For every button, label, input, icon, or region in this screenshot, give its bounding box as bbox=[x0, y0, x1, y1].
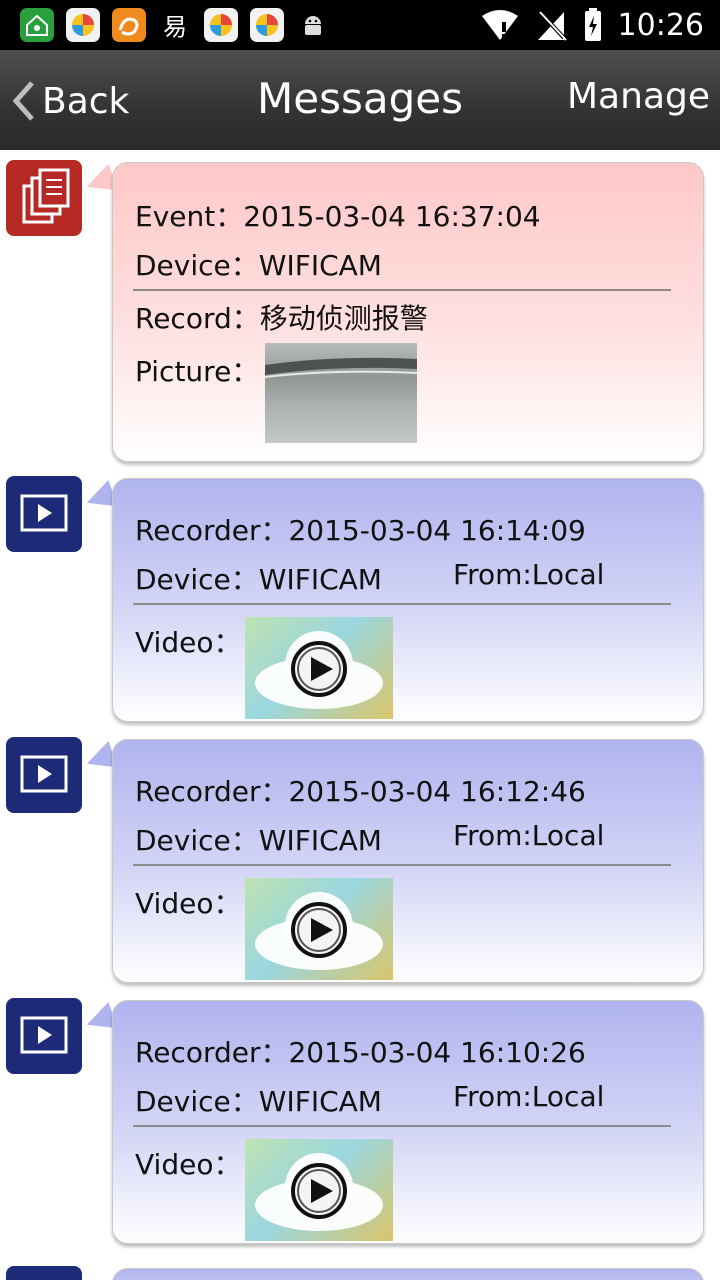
picture-label: Picture： bbox=[135, 355, 260, 388]
notification-icons: 易 bbox=[20, 8, 330, 42]
device-line: Device：WIFICAM bbox=[135, 824, 382, 857]
video-thumbnail[interactable] bbox=[245, 617, 393, 719]
wifi-icon bbox=[481, 10, 518, 40]
video-play-icon bbox=[6, 737, 82, 813]
home-icon bbox=[20, 8, 54, 42]
recorder-line: Recorder：2015-03-04 16:12:46 bbox=[135, 775, 586, 808]
device-name: WIFICAM bbox=[258, 1085, 382, 1118]
uc-browser-icon bbox=[112, 8, 146, 42]
source-label: From:Local bbox=[453, 819, 605, 852]
divider bbox=[133, 864, 671, 866]
device-line: Device：WIFICAM bbox=[135, 1085, 382, 1118]
device-line: Device：WIFICAM bbox=[135, 249, 382, 282]
video-thumbnail[interactable] bbox=[245, 878, 393, 980]
app-store-icon bbox=[250, 8, 284, 42]
recorder-time: 2015-03-04 16:10:26 bbox=[288, 1036, 586, 1069]
message-bubble[interactable] bbox=[112, 1268, 704, 1280]
event-time: 2015-03-04 16:37:04 bbox=[243, 200, 541, 233]
message-item-event[interactable]: Event：2015-03-04 16:37:04 Device：WIFICAM… bbox=[0, 150, 720, 468]
message-item-partial[interactable] bbox=[0, 1256, 720, 1280]
cloud-play-icon bbox=[255, 1153, 383, 1231]
status-bar: 易 10:26 bbox=[0, 0, 720, 50]
recorder-time: 2015-03-04 16:12:46 bbox=[288, 775, 586, 808]
message-item-video[interactable]: Recorder：2015-03-04 16:14:09 Device：WIFI… bbox=[0, 466, 720, 728]
video-play-icon bbox=[6, 998, 82, 1074]
no-signal-icon bbox=[537, 10, 567, 41]
device-name: WIFICAM bbox=[258, 249, 382, 282]
video-label: Video： bbox=[135, 626, 242, 659]
yi-icon: 易 bbox=[158, 8, 192, 42]
divider bbox=[133, 289, 671, 291]
message-item-video[interactable]: Recorder：2015-03-04 16:10:26 Device：WIFI… bbox=[0, 988, 720, 1250]
app-store-icon bbox=[66, 8, 100, 42]
recorder-line: Recorder：2015-03-04 16:14:09 bbox=[135, 514, 586, 547]
recorder-time: 2015-03-04 16:14:09 bbox=[288, 514, 586, 547]
clock: 10:26 bbox=[617, 7, 704, 43]
event-line: Event：2015-03-04 16:37:04 bbox=[135, 200, 541, 233]
message-bubble[interactable]: Event：2015-03-04 16:37:04 Device：WIFICAM… bbox=[112, 162, 704, 462]
message-list[interactable]: Event：2015-03-04 16:37:04 Device：WIFICAM… bbox=[0, 150, 720, 1280]
source-label: From:Local bbox=[453, 1080, 605, 1113]
snapshot-thumbnail[interactable] bbox=[265, 343, 417, 443]
message-bubble[interactable]: Recorder：2015-03-04 16:12:46 Device：WIFI… bbox=[112, 739, 704, 983]
divider bbox=[133, 603, 671, 605]
video-play-icon bbox=[6, 476, 82, 552]
cloud-play-icon bbox=[255, 631, 383, 709]
video-thumbnail[interactable] bbox=[245, 1139, 393, 1241]
device-line: Device：WIFICAM bbox=[135, 563, 382, 596]
message-item-video[interactable]: Recorder：2015-03-04 16:12:46 Device：WIFI… bbox=[0, 727, 720, 989]
svg-text:易: 易 bbox=[163, 13, 187, 41]
record-type: 移动侦测报警 bbox=[259, 302, 428, 335]
divider bbox=[133, 1125, 671, 1127]
battery-charging-icon bbox=[584, 8, 601, 41]
source-label: From:Local bbox=[453, 558, 605, 591]
video-play-icon bbox=[6, 1266, 82, 1280]
message-bubble[interactable]: Recorder：2015-03-04 16:14:09 Device：WIFI… bbox=[112, 478, 704, 722]
cloud-play-icon bbox=[255, 892, 383, 970]
manage-button[interactable]: Manage bbox=[567, 76, 710, 117]
device-name: WIFICAM bbox=[258, 824, 382, 857]
message-bubble[interactable]: Recorder：2015-03-04 16:10:26 Device：WIFI… bbox=[112, 1000, 704, 1244]
video-label: Video： bbox=[135, 887, 242, 920]
record-line: Record：移动侦测报警 bbox=[135, 302, 428, 335]
device-name: WIFICAM bbox=[258, 563, 382, 596]
android-icon bbox=[296, 8, 330, 42]
title-bar: Back Messages Manage bbox=[0, 50, 720, 150]
video-label: Video： bbox=[135, 1148, 242, 1181]
recorder-line: Recorder：2015-03-04 16:10:26 bbox=[135, 1036, 586, 1069]
app-store-icon bbox=[204, 8, 238, 42]
alarm-record-icon bbox=[6, 160, 82, 236]
